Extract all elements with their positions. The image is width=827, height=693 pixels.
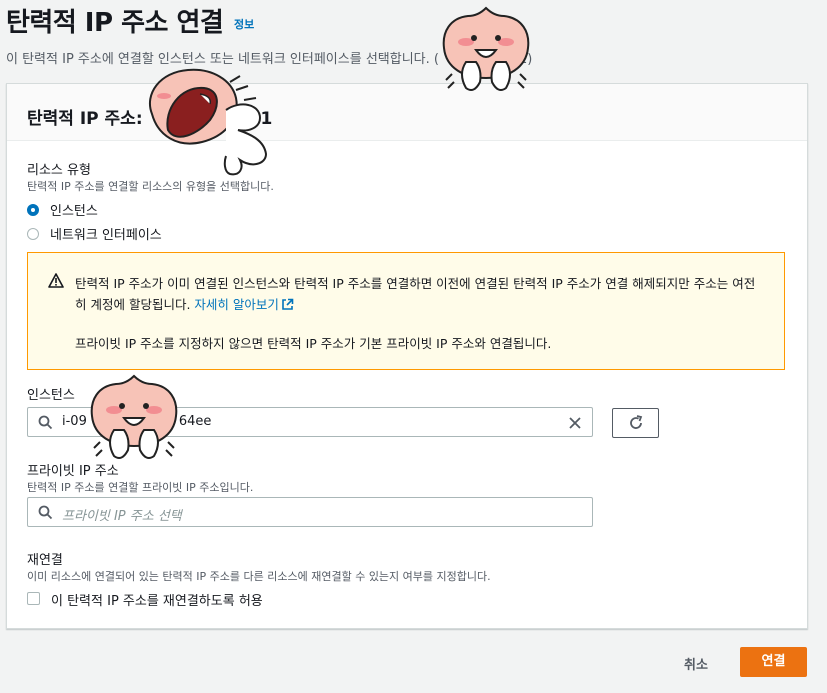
search-icon <box>38 415 53 434</box>
peach-character-sticker <box>442 6 530 91</box>
radio-instance-label: 인스턴스 <box>50 204 98 219</box>
warning-icon <box>48 273 64 292</box>
radio-instance[interactable]: 인스턴스 <box>27 200 98 219</box>
reassociation-label: 재연결 <box>27 553 63 568</box>
learn-more-link-text[interactable]: 자세히 알아보기 <box>194 297 278 312</box>
radio-network-interface-dot[interactable] <box>27 227 39 240</box>
panel-header: 탄력적 IP 주소: 1 <box>7 84 807 141</box>
page-title: 탄력적 IP 주소 연결 <box>6 8 224 38</box>
alert-text-secondary: 프라이빗 IP 주소를 지정하지 않으면 탄력적 IP 주소가 기본 프라이빗 … <box>75 336 552 351</box>
learn-more-link[interactable]: 자세히 알아보기 <box>194 297 294 312</box>
cancel-button[interactable]: 취소 <box>684 654 708 673</box>
warning-alert: 탄력적 IP 주소가 이미 연결된 인스턴스와 탄력적 IP 주소를 연결하면 … <box>27 252 785 370</box>
info-link[interactable]: 정보 <box>234 16 254 32</box>
radio-instance-dot[interactable] <box>27 203 39 216</box>
peach-character-sticker <box>149 68 268 176</box>
panel-title-text: 탄력적 IP 주소: <box>27 109 149 129</box>
private-ip-placeholder: 프라이빗 IP 주소 선택 <box>62 509 182 524</box>
connect-button[interactable]: 연결 <box>740 647 807 677</box>
radio-network-interface[interactable]: 네트워크 인터페이스 <box>27 224 162 243</box>
refresh-button[interactable] <box>612 408 659 438</box>
resource-type-label: 리소스 유형 <box>27 163 91 178</box>
instance-label: 인스턴스 <box>27 388 75 403</box>
private-ip-description: 탄력적 IP 주소를 연결할 프라이빗 IP 주소입니다. <box>27 481 254 494</box>
peach-character-sticker <box>90 374 178 459</box>
reassociation-checkbox-label[interactable]: 이 탄력적 IP 주소를 재연결하도록 허용 <box>51 590 263 609</box>
search-icon <box>38 505 53 524</box>
reassociation-description: 이미 리소스에 연결되어 있는 탄력적 IP 주소를 다른 리소스에 재연결할 … <box>27 570 491 583</box>
refresh-icon <box>630 415 643 429</box>
clear-icon[interactable] <box>568 415 582 434</box>
external-link-icon <box>282 298 294 310</box>
radio-network-interface-label: 네트워크 인터페이스 <box>50 228 162 243</box>
alert-text: 탄력적 IP 주소가 이미 연결된 인스턴스와 탄력적 IP 주소를 연결하면 … <box>75 273 765 315</box>
alert-message: 탄력적 IP 주소가 이미 연결된 인스턴스와 탄력적 IP 주소를 연결하면 … <box>75 276 756 312</box>
reassociation-checkbox[interactable] <box>27 592 40 605</box>
association-panel: 탄력적 IP 주소: 1 리소스 유형 탄력적 IP 주소를 연결할 리소스의 … <box>6 83 808 629</box>
private-ip-select[interactable]: 프라이빗 IP 주소 선택 <box>27 497 593 527</box>
